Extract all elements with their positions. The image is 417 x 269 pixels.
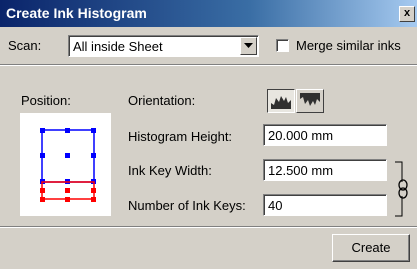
position-preview[interactable] [20,113,111,216]
number-of-ink-keys-input[interactable]: 40 [263,194,387,216]
number-of-ink-keys-label: Number of Ink Keys: [128,198,246,213]
histogram-height-input[interactable]: 20.000 mm [263,124,387,146]
inverted-histogram-icon [300,93,320,106]
scan-label: Scan: [8,38,42,53]
create-button[interactable]: Create [332,234,410,262]
title-bar: Create Ink Histogram x [0,0,417,27]
window-title: Create Ink Histogram [6,5,147,21]
scan-selected-value: All inside Sheet [73,39,163,54]
merge-similar-inks-label: Merge similar inks [296,38,401,53]
upright-histogram-icon [271,96,291,109]
separator [0,226,417,228]
separator [0,64,417,66]
histogram-height-value: 20.000 mm [268,128,334,143]
orientation-inverted-button[interactable] [296,89,324,113]
ink-key-width-label: Ink Key Width: [128,163,212,178]
close-button[interactable]: x [399,6,415,22]
sheet-preview-diagram [40,128,96,202]
dropdown-arrow-button[interactable] [240,37,257,55]
scan-dropdown[interactable]: All inside Sheet [68,35,259,57]
ink-key-width-input[interactable]: 12.500 mm [263,159,387,181]
chevron-down-icon [244,43,253,48]
link-chain-icon[interactable] [393,160,413,218]
number-of-ink-keys-value: 40 [268,198,283,213]
orientation-label: Orientation: [128,93,196,108]
position-label: Position: [21,93,71,108]
ink-key-width-value: 12.500 mm [268,163,334,178]
merge-similar-inks-checkbox[interactable] [276,39,289,52]
close-icon: x [403,7,411,19]
histogram-height-label: Histogram Height: [128,129,233,144]
orientation-upright-button[interactable] [267,89,295,113]
